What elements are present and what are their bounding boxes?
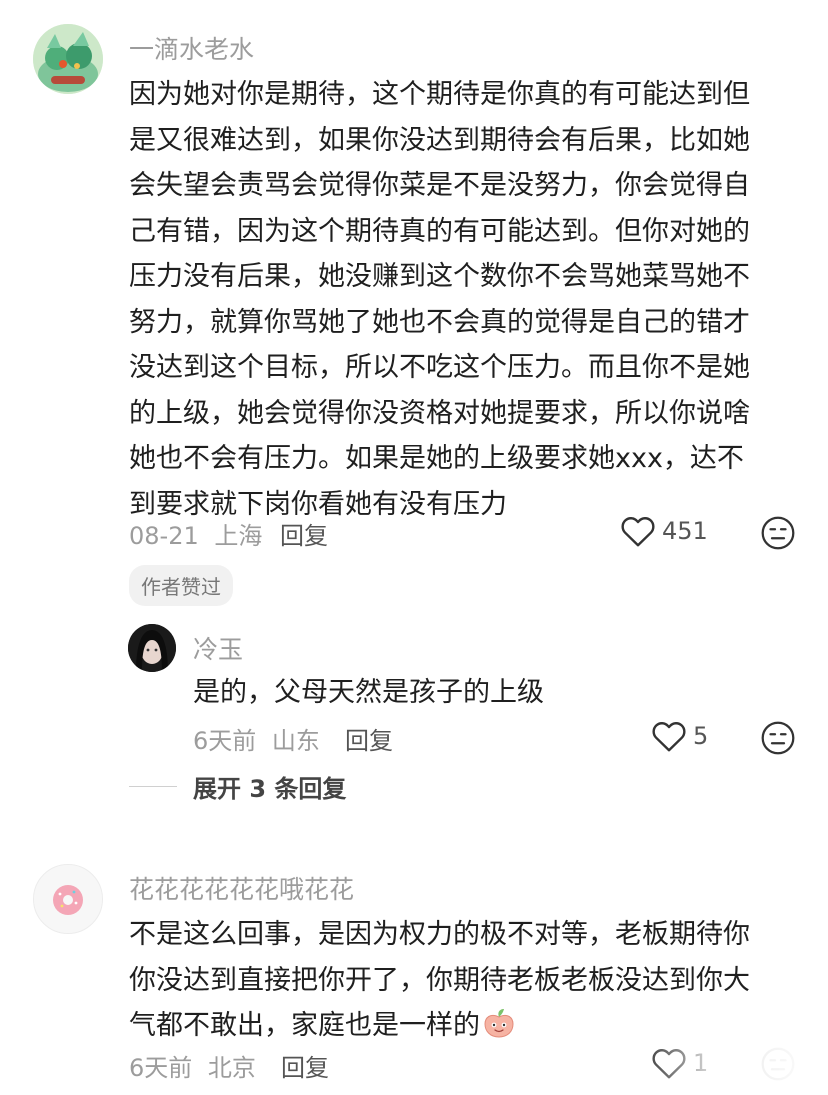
- comment-3-location: 北京: [207, 1054, 256, 1082]
- comment-3-line: 不是这么回事，是因为权力的极不对等，老板期待你: [129, 919, 750, 950]
- meh-face-icon: [761, 721, 795, 755]
- comment-1-line: 的上级，她会觉得你没资格对她提要求，所以你说啥: [129, 397, 750, 429]
- avatar-3-image: [34, 865, 102, 933]
- avatar-1-image: [33, 24, 103, 94]
- comment-3-line: 你没达到直接把你开了，你期待老板老板没达到你大: [129, 964, 750, 996]
- comment-3-line-text: 气都不敢出，家庭也是一样的: [129, 1010, 480, 1041]
- avatar-2-image: [128, 624, 176, 672]
- comment-3-meta: 6天前 北京: [129, 1048, 256, 1083]
- expand-divider: [129, 786, 177, 787]
- bottom-right-fade-overlay: [640, 1040, 828, 1095]
- comment-3-username[interactable]: 花花花花花花哦花花: [129, 870, 354, 906]
- comment-1-line: 是又很难达到，如果你没达到期待会有后果，比如她: [129, 124, 750, 156]
- expand-replies-label: 展开 3 条回复: [193, 775, 347, 803]
- expand-replies-button[interactable]: 展开 3 条回复: [129, 769, 346, 804]
- comment-2-username[interactable]: 冷玉: [193, 630, 243, 666]
- comment-1-line: 努力，就算你骂她了她也不会真的觉得是自己的错才: [129, 306, 750, 338]
- comment-1-meta: 08-21 上海: [129, 516, 262, 551]
- comment-1-dislike-button[interactable]: [760, 515, 796, 555]
- avatar-3[interactable]: [33, 864, 103, 934]
- comment-1-line: 她也不会有压力。如果是她的上级要求她xxx，达不: [129, 443, 744, 474]
- comment-1-location: 上海: [214, 522, 263, 550]
- comment-1-line: 因为她对你是期待，这个期待是你真的有可能达到但: [129, 79, 750, 110]
- heart-outline-icon: [652, 722, 686, 752]
- avatar-1[interactable]: [33, 24, 103, 94]
- comment-1-line: 没达到这个目标，所以不吃这个压力。而且你不是她: [129, 352, 750, 383]
- comment-1-like-button[interactable]: 451: [620, 514, 708, 548]
- comment-1-username[interactable]: 一滴水老水: [129, 30, 254, 66]
- author-liked-badge: 作者赞过: [129, 565, 233, 606]
- comment-2-time: 6天前: [193, 727, 257, 755]
- comment-1-time: 08-21: [129, 522, 199, 550]
- comment-3-reply-button[interactable]: 回复: [281, 1048, 329, 1083]
- comment-2-location: 山东: [271, 727, 320, 755]
- comment-2-dislike-button[interactable]: [760, 720, 796, 760]
- comment-1-line: 己有错，因为这个期待真的有可能达到。但你对她的: [129, 215, 750, 247]
- comment-3-time: 6天前: [129, 1054, 193, 1082]
- comment-2-text: 是的，父母天然是孩子的上级: [193, 677, 544, 708]
- comment-1-line: 会失望会责骂会觉得你菜是不是没努力，你会觉得自: [129, 170, 750, 201]
- comment-3-text: 不是这么回事，是因为权力的极不对等，老板期待你 你没达到直接把你开了，你期待老板…: [129, 912, 750, 1049]
- heart-outline-icon: [621, 517, 655, 547]
- comment-2-reply-button[interactable]: 回复: [345, 721, 393, 756]
- meh-face-icon: [761, 516, 795, 550]
- comment-2-like-count: 5: [693, 722, 709, 750]
- comment-1-reply-button[interactable]: 回复: [280, 516, 328, 551]
- comment-2-meta: 6天前 山东: [193, 721, 320, 756]
- avatar-2[interactable]: [128, 624, 176, 672]
- comment-1-like-count: 451: [662, 517, 708, 545]
- comment-2-like-button[interactable]: 5: [651, 719, 708, 753]
- peach-smile-emoji: [484, 1009, 514, 1038]
- comment-1-text: 因为她对你是期待，这个期待是你真的有可能达到但 是又很难达到，如果你没达到期待会…: [129, 72, 750, 527]
- comment-1-line: 压力没有后果，她没赚到这个数你不会骂她菜骂她不: [129, 261, 750, 292]
